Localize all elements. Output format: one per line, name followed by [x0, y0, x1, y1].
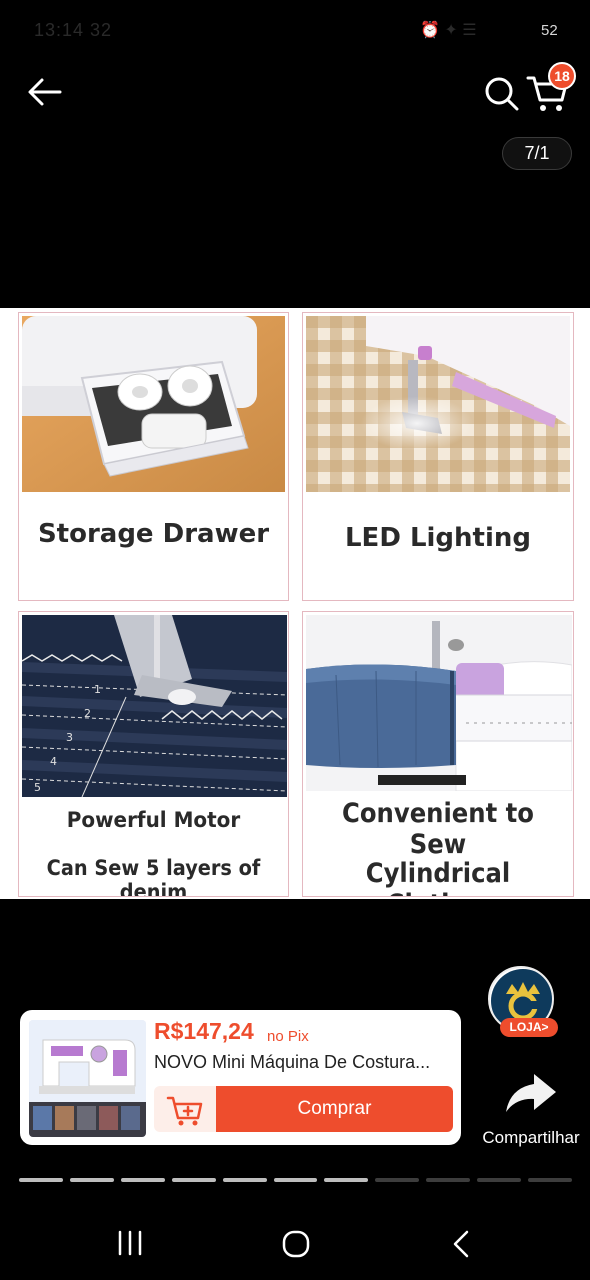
cylindrical-clothes-caption: Cylindrical Clothes: [365, 858, 511, 896]
status-time: 13:14 32: [34, 20, 113, 40]
progress-segment-viewed: [120, 1178, 165, 1182]
feature-tile-cylindrical-clothes: Convenient to Sew Cylindrical Clothes: [302, 611, 574, 897]
status-icons: ⏰ ✦ ☰: [420, 22, 477, 39]
nav-back-button[interactable]: [442, 1224, 482, 1264]
arrow-left-icon: [28, 78, 62, 106]
share-arrow-icon: [506, 1074, 556, 1112]
ruler-number-2: 2: [84, 707, 91, 720]
product-card[interactable]: R$147,24 no Pix NOVO Mini Máquina De Cos…: [20, 1010, 461, 1145]
led-lighting-photo: [306, 316, 570, 492]
feature-tile-storage-drawer: Storage Drawer: [18, 312, 289, 601]
progress-segment-viewed: [273, 1178, 318, 1182]
top-nav: [0, 62, 590, 122]
ruler-number-5: 5: [34, 781, 41, 794]
slideshow-progress: [19, 1178, 572, 1182]
share-label: Compartilhar: [482, 1128, 580, 1147]
store-link-badge[interactable]: LOJA>: [500, 1018, 558, 1037]
product-feature-image[interactable]: Storage Drawer LED Lighting 1 2 3 4 5 Po…: [0, 308, 590, 899]
product-price: R$147,24: [154, 1018, 254, 1044]
feature-tile-led-lighting: LED Lighting: [302, 312, 574, 601]
progress-segment-viewed: [324, 1178, 369, 1182]
android-nav-bar: [0, 1200, 590, 1280]
progress-segment-pending: [477, 1178, 522, 1182]
convenient-to-sew-caption: Convenient to Sew: [342, 798, 534, 860]
home-button[interactable]: [274, 1222, 318, 1266]
chevron-left-icon: [453, 1230, 469, 1258]
recents-icon: [118, 1230, 142, 1256]
ruler-number-1: 1: [94, 683, 101, 696]
cart-plus-icon: [166, 1096, 203, 1126]
price-payment-method: no Pix: [267, 1028, 309, 1045]
search-icon: [485, 77, 519, 111]
progress-segment-viewed: [171, 1178, 216, 1182]
progress-segment-pending: [528, 1178, 572, 1182]
cylindrical-sewing-photo: [306, 615, 572, 791]
progress-segment-viewed: [222, 1178, 267, 1182]
recents-button[interactable]: [108, 1226, 152, 1260]
image-page-counter: 7/1: [502, 137, 572, 170]
cart-count-badge: 18: [548, 62, 576, 90]
progress-segment-viewed: [19, 1178, 63, 1182]
add-to-cart-button[interactable]: [154, 1086, 216, 1132]
buy-button[interactable]: Comprar: [216, 1086, 453, 1132]
ruler-number-3: 3: [66, 731, 73, 744]
product-thumbnail[interactable]: [29, 1020, 146, 1137]
product-title[interactable]: NOVO Mini Máquina De Costura...: [154, 1052, 454, 1073]
progress-segment-pending: [375, 1178, 420, 1182]
feature-tile-powerful-motor: 1 2 3 4 5 Powerful Motor Can Sew 5 layer…: [18, 611, 289, 897]
home-icon: [282, 1230, 310, 1258]
battery-level: 52: [541, 22, 558, 39]
ruler-number-4: 4: [50, 755, 57, 768]
led-lighting-caption: LED Lighting: [344, 523, 532, 553]
storage-drawer-caption: Storage Drawer: [37, 519, 270, 549]
share-button[interactable]: Compartilhar: [474, 1068, 588, 1152]
five-layers-denim-caption: Can Sew 5 layers of denim: [46, 856, 261, 897]
progress-segment-viewed: [69, 1178, 114, 1182]
search-button[interactable]: [478, 70, 524, 116]
denim-stitching-photo: 1 2 3 4 5: [22, 615, 287, 797]
storage-drawer-photo: [22, 316, 285, 492]
powerful-motor-caption: Powerful Motor: [66, 808, 241, 832]
back-button[interactable]: [24, 70, 68, 114]
status-bar: 13:14 32 ⏰ ✦ ☰ 52: [0, 0, 590, 62]
progress-segment-pending: [426, 1178, 471, 1182]
